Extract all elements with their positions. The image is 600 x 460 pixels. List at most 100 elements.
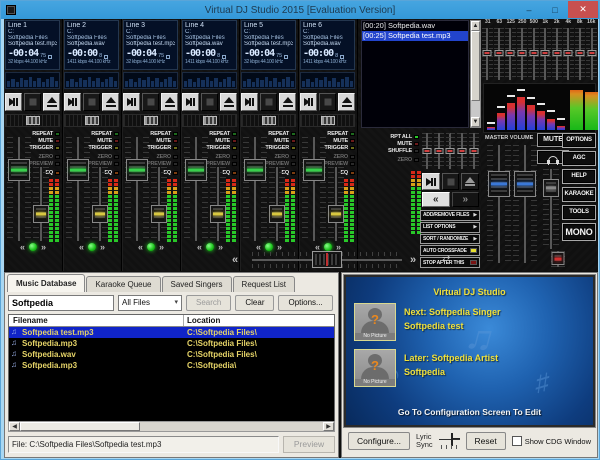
repeat-label[interactable]: REPEAT (91, 131, 112, 137)
volume-fader-handle[interactable] (303, 159, 325, 181)
playlist-item[interactable]: [00:25] Softpedia test.mp3 (362, 31, 468, 41)
search-button[interactable]: Search (186, 295, 232, 311)
pitch-fader-handle[interactable] (92, 205, 108, 223)
eject-button[interactable] (102, 93, 119, 111)
shuffle-label[interactable]: SHUFFLE (388, 148, 412, 154)
reset-button[interactable]: Reset (465, 432, 506, 450)
jog-slider[interactable] (123, 114, 178, 127)
zero-label[interactable]: ZERO (334, 154, 349, 160)
stop-button[interactable] (260, 93, 277, 111)
play-pause-button[interactable] (182, 93, 199, 111)
pitch-fader-handle[interactable] (328, 205, 344, 223)
eject-button[interactable] (161, 93, 178, 111)
library-tab[interactable]: Saved Singers (161, 276, 232, 292)
jog-handle[interactable] (320, 116, 335, 125)
stop-button[interactable] (142, 93, 159, 111)
pitch-fader-track[interactable] (92, 167, 108, 241)
play-pause-button[interactable] (300, 93, 317, 111)
zero-label[interactable]: ZERO (98, 154, 113, 160)
zero-label[interactable]: ZERO (216, 154, 231, 160)
jog-handle[interactable] (84, 116, 99, 125)
checkbox-icon[interactable] (511, 436, 522, 446)
volume-fader-track[interactable] (7, 137, 31, 241)
volume-fader-handle[interactable] (185, 159, 207, 181)
master-menu-button[interactable]: MONO (562, 223, 596, 241)
master-menu-button[interactable]: AGC (562, 151, 596, 166)
eject-button[interactable] (338, 93, 355, 111)
cue-led[interactable] (147, 243, 155, 251)
stop-button[interactable] (24, 93, 41, 111)
table-header[interactable]: Filename Location (9, 315, 334, 327)
table-row[interactable]: ♫ Softpedia.wav C:\Softpedia Files\ (9, 349, 334, 360)
playlist-eq-sliders[interactable] (422, 133, 479, 169)
eject-button[interactable] (220, 93, 237, 111)
swap-icon[interactable]: ⇄ (442, 254, 450, 265)
monitor-fader-track[interactable] (543, 169, 559, 249)
master-menu-button[interactable]: OPTIONS (562, 133, 596, 148)
options-button[interactable]: Options... (278, 295, 333, 311)
playlist-action-button[interactable]: SORT / RANDOMIZE ▶ (420, 233, 480, 245)
previous-track-button[interactable]: « (422, 192, 450, 207)
trigger-label[interactable]: TRIGGER (147, 145, 171, 151)
master-menu-button[interactable]: HELP (562, 169, 596, 184)
table-row[interactable]: ♫ Softpedia.mp3 C:\Softpedia\ (9, 360, 334, 371)
nudge-back-icon[interactable]: « (20, 243, 25, 252)
play-pause-button[interactable] (5, 93, 22, 111)
stop-button[interactable] (201, 93, 218, 111)
volume-fader-track[interactable] (184, 137, 208, 241)
jog-handle[interactable] (143, 116, 158, 125)
jog-handle[interactable] (202, 116, 217, 125)
balance-fader-handle[interactable] (551, 252, 565, 265)
maximize-button[interactable]: □ (542, 1, 568, 18)
playlist-item[interactable]: [00:20] Softpedia.wav (362, 21, 468, 31)
pitch-fader-handle[interactable] (151, 205, 167, 223)
nudge-back-icon[interactable]: « (138, 243, 143, 252)
eject-button[interactable] (279, 93, 296, 111)
next-track-button[interactable]: » (451, 192, 479, 207)
volume-fader-track[interactable] (243, 137, 267, 241)
volume-fader-handle[interactable] (126, 159, 148, 181)
nudge-forward-icon[interactable]: » (218, 243, 223, 252)
pitch-fader-track[interactable] (33, 167, 49, 241)
pitch-fader-handle[interactable] (269, 205, 285, 223)
pitch-fader-track[interactable] (210, 167, 226, 241)
table-row[interactable]: ♫ Softpedia.mp3 C:\Softpedia Files\ (9, 338, 334, 349)
master-eq-sliders[interactable] (482, 28, 597, 80)
trigger-label[interactable]: TRIGGER (29, 145, 53, 151)
mute-label[interactable]: MUTE (215, 138, 230, 144)
scroll-right-icon[interactable]: ▶ (323, 422, 334, 431)
filter-select[interactable]: All Files ▾ (118, 295, 182, 311)
nudge-forward-icon[interactable]: » (41, 243, 46, 252)
volume-fader-track[interactable] (302, 137, 326, 241)
mute-label[interactable]: MUTE (274, 138, 289, 144)
play-pause-button[interactable] (64, 93, 81, 111)
nudge-forward-icon[interactable]: » (159, 243, 164, 252)
repeat-label[interactable]: REPEAT (32, 131, 53, 137)
repeat-label[interactable]: REPEAT (268, 131, 289, 137)
playlist-stop-button[interactable] (441, 173, 460, 190)
configure-button[interactable]: Configure... (348, 432, 410, 450)
trigger-label[interactable]: TRIGGER (206, 145, 230, 151)
minimize-button[interactable]: – (516, 1, 542, 18)
mute-label[interactable]: MUTE (333, 138, 348, 144)
show-cdg-checkbox[interactable]: Show CDG Window (511, 436, 591, 446)
repeat-label[interactable]: REPEAT (150, 131, 171, 137)
pitch-fader-handle[interactable] (33, 205, 49, 223)
master-fader-right-track[interactable] (513, 145, 537, 263)
horizontal-scrollbar[interactable]: ◀ ▶ (8, 421, 335, 432)
volume-fader-track[interactable] (125, 137, 149, 241)
zero-label[interactable]: ZERO (39, 154, 54, 160)
mute-label[interactable]: MUTE (38, 138, 53, 144)
cue-led[interactable] (324, 243, 332, 251)
repeat-label[interactable]: REPEAT (209, 131, 230, 137)
volume-fader-handle[interactable] (67, 159, 89, 181)
scroll-thumb[interactable] (471, 31, 480, 101)
volume-fader-track[interactable] (66, 137, 90, 241)
trigger-label[interactable]: TRIGGER (88, 145, 112, 151)
master-menu-button[interactable]: TOOLS (562, 205, 596, 220)
jog-slider[interactable] (5, 114, 60, 127)
pitch-fader-track[interactable] (269, 167, 285, 241)
crossfader-track[interactable] (252, 251, 402, 268)
library-tab[interactable]: Karaoke Queue (86, 276, 161, 292)
cue-led[interactable] (265, 243, 273, 251)
